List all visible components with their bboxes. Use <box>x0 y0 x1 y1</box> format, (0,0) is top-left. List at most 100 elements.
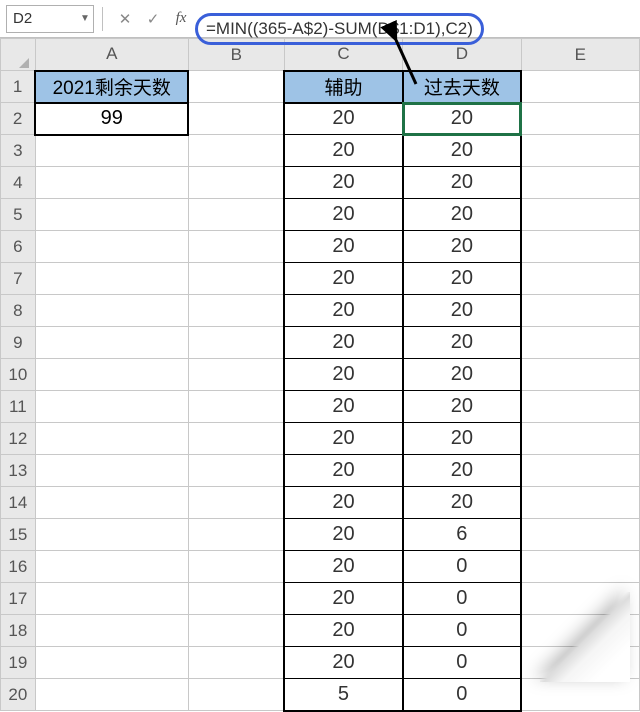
row-header[interactable]: 12 <box>1 423 36 455</box>
cell-C1[interactable]: 辅助 <box>284 71 402 103</box>
cell-A16[interactable] <box>35 551 188 583</box>
spreadsheet-grid[interactable]: A B C D E 12021剩余天数辅助过去天数299202032020420… <box>0 38 640 712</box>
row-header[interactable]: 16 <box>1 551 36 583</box>
cell-B3[interactable] <box>188 135 284 167</box>
select-all-corner[interactable] <box>1 39 36 71</box>
cell-B2[interactable] <box>188 103 284 135</box>
cell-D19[interactable]: 0 <box>403 647 521 679</box>
name-box[interactable]: D2 ▼ <box>6 5 94 33</box>
cell-D3[interactable]: 20 <box>403 135 521 167</box>
cell-D12[interactable]: 20 <box>403 423 521 455</box>
cell-B18[interactable] <box>188 615 284 647</box>
cell-A19[interactable] <box>35 647 188 679</box>
cell-C13[interactable]: 20 <box>284 455 402 487</box>
cell-B7[interactable] <box>188 263 284 295</box>
cell-E14[interactable] <box>521 487 639 519</box>
cell-C5[interactable]: 20 <box>284 199 402 231</box>
cell-E2[interactable] <box>521 103 639 135</box>
row-header[interactable]: 2 <box>1 103 36 135</box>
fx-icon[interactable]: fx <box>167 10 195 27</box>
cell-E3[interactable] <box>521 135 639 167</box>
cell-A11[interactable] <box>35 391 188 423</box>
row-header[interactable]: 7 <box>1 263 36 295</box>
cell-B10[interactable] <box>188 359 284 391</box>
cell-D6[interactable]: 20 <box>403 231 521 263</box>
cell-C4[interactable]: 20 <box>284 167 402 199</box>
cell-B11[interactable] <box>188 391 284 423</box>
cell-C11[interactable]: 20 <box>284 391 402 423</box>
cell-C18[interactable]: 20 <box>284 615 402 647</box>
cell-A18[interactable] <box>35 615 188 647</box>
cell-B8[interactable] <box>188 295 284 327</box>
row-header[interactable]: 8 <box>1 295 36 327</box>
cell-C14[interactable]: 20 <box>284 487 402 519</box>
cell-E11[interactable] <box>521 391 639 423</box>
cell-A9[interactable] <box>35 327 188 359</box>
cell-A8[interactable] <box>35 295 188 327</box>
cell-C19[interactable]: 20 <box>284 647 402 679</box>
cell-E4[interactable] <box>521 167 639 199</box>
cell-A10[interactable] <box>35 359 188 391</box>
cell-A13[interactable] <box>35 455 188 487</box>
cell-C9[interactable]: 20 <box>284 327 402 359</box>
cell-C12[interactable]: 20 <box>284 423 402 455</box>
cell-B12[interactable] <box>188 423 284 455</box>
cell-C3[interactable]: 20 <box>284 135 402 167</box>
row-header[interactable]: 18 <box>1 615 36 647</box>
row-header[interactable]: 20 <box>1 679 36 711</box>
cell-D20[interactable]: 0 <box>403 679 521 711</box>
cell-E13[interactable] <box>521 455 639 487</box>
cell-B20[interactable] <box>188 679 284 711</box>
cell-D10[interactable]: 20 <box>403 359 521 391</box>
cell-E17[interactable] <box>521 583 639 615</box>
row-header[interactable]: 13 <box>1 455 36 487</box>
cell-D13[interactable]: 20 <box>403 455 521 487</box>
cell-E15[interactable] <box>521 519 639 551</box>
cell-D8[interactable]: 20 <box>403 295 521 327</box>
row-header[interactable]: 4 <box>1 167 36 199</box>
cell-E20[interactable] <box>521 679 639 711</box>
cell-D18[interactable]: 0 <box>403 615 521 647</box>
cell-A4[interactable] <box>35 167 188 199</box>
col-header-A[interactable]: A <box>35 39 188 71</box>
row-header[interactable]: 11 <box>1 391 36 423</box>
cell-A6[interactable] <box>35 231 188 263</box>
check-icon[interactable]: ✓ <box>139 5 167 33</box>
row-header[interactable]: 3 <box>1 135 36 167</box>
cell-C7[interactable]: 20 <box>284 263 402 295</box>
cell-B17[interactable] <box>188 583 284 615</box>
row-header[interactable]: 1 <box>1 71 36 103</box>
cell-A12[interactable] <box>35 423 188 455</box>
row-header[interactable]: 15 <box>1 519 36 551</box>
cell-D4[interactable]: 20 <box>403 167 521 199</box>
cell-E12[interactable] <box>521 423 639 455</box>
cell-C2[interactable]: 20 <box>284 103 402 135</box>
cell-A15[interactable] <box>35 519 188 551</box>
cell-E19[interactable] <box>521 647 639 679</box>
cell-D9[interactable]: 20 <box>403 327 521 359</box>
cell-A20[interactable] <box>35 679 188 711</box>
cell-B4[interactable] <box>188 167 284 199</box>
cell-D16[interactable]: 0 <box>403 551 521 583</box>
cell-D1[interactable]: 过去天数 <box>403 71 521 103</box>
cell-D7[interactable]: 20 <box>403 263 521 295</box>
cell-B19[interactable] <box>188 647 284 679</box>
cell-D15[interactable]: 6 <box>403 519 521 551</box>
cell-B15[interactable] <box>188 519 284 551</box>
cell-E8[interactable] <box>521 295 639 327</box>
cell-C6[interactable]: 20 <box>284 231 402 263</box>
cell-A2[interactable]: 99 <box>35 103 188 135</box>
cell-C17[interactable]: 20 <box>284 583 402 615</box>
row-header[interactable]: 14 <box>1 487 36 519</box>
cell-B16[interactable] <box>188 551 284 583</box>
cell-E18[interactable] <box>521 615 639 647</box>
row-header[interactable]: 19 <box>1 647 36 679</box>
cell-C15[interactable]: 20 <box>284 519 402 551</box>
cell-E7[interactable] <box>521 263 639 295</box>
cell-B13[interactable] <box>188 455 284 487</box>
cell-E9[interactable] <box>521 327 639 359</box>
cell-C10[interactable]: 20 <box>284 359 402 391</box>
cell-C8[interactable]: 20 <box>284 295 402 327</box>
cell-A5[interactable] <box>35 199 188 231</box>
cell-D5[interactable]: 20 <box>403 199 521 231</box>
